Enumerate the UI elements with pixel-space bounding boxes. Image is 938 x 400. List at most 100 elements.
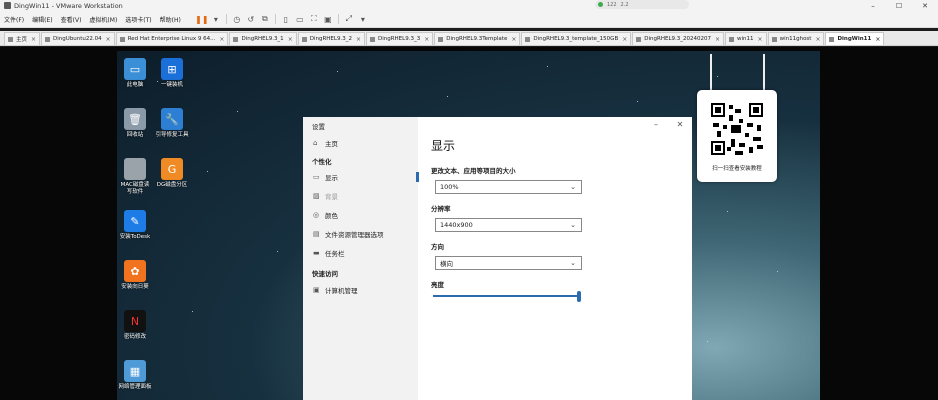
settings-minimize-button[interactable]: – bbox=[644, 117, 668, 131]
tab-vm[interactable]: win11ghost × bbox=[767, 32, 825, 45]
menu-vm[interactable]: 虚拟机(M) bbox=[89, 15, 117, 24]
menu-file[interactable]: 文件(F) bbox=[4, 15, 24, 24]
speed-up: 122 bbox=[607, 1, 617, 8]
tab-home[interactable]: 主页 × bbox=[4, 32, 41, 45]
network-panel-icon: ▦ bbox=[124, 360, 146, 382]
close-tab-icon[interactable]: × bbox=[288, 36, 293, 43]
settings-sidebar: 设置 ⌂ 主页 个性化 ▭ 显示 ▨ 背景 ◎ 颜色 ▤ 文件资源管理器选项 ▬ 任务栏 快… bbox=[303, 117, 419, 400]
password-ntpwd-icon: N bbox=[124, 310, 146, 332]
tab-vm[interactable]: win11 × bbox=[725, 32, 767, 45]
unity-icon[interactable]: ▣ bbox=[321, 13, 335, 25]
minimize-button[interactable]: – bbox=[860, 0, 886, 11]
close-tab-icon[interactable]: × bbox=[758, 36, 763, 43]
toolbar-separator bbox=[225, 14, 227, 24]
close-tab-icon[interactable]: × bbox=[106, 36, 111, 43]
desktop-icon-recycle-bin[interactable]: 🗑 回收站 bbox=[118, 108, 152, 139]
close-tab-icon[interactable]: × bbox=[815, 36, 820, 43]
menu-help[interactable]: 帮助(H) bbox=[160, 15, 181, 24]
sidebar-toggle-icon[interactable]: ▯ bbox=[279, 13, 293, 25]
desktop-icon-one-click-install[interactable]: ⊞ 一键装机 bbox=[155, 58, 189, 89]
recycle-bin-icon: 🗑 bbox=[124, 108, 146, 130]
close-tab-icon[interactable]: × bbox=[715, 36, 720, 43]
snapshot-clock-icon[interactable]: ◷ bbox=[230, 13, 244, 25]
close-tab-icon[interactable]: × bbox=[511, 36, 516, 43]
active-indicator bbox=[416, 172, 419, 182]
orientation-label: 方向 bbox=[431, 243, 444, 251]
vm-icon bbox=[301, 36, 307, 42]
tab-vm[interactable]: DingRHEL9.3_template_150GB × bbox=[521, 32, 632, 45]
fullscreen-icon[interactable]: ⛶ bbox=[307, 13, 321, 25]
menu-edit[interactable]: 编辑(E) bbox=[32, 15, 52, 24]
sidebar-item-home[interactable]: ⌂ 主页 bbox=[313, 138, 338, 148]
scale-label: 更改文本、应用等项目的大小 bbox=[431, 167, 516, 175]
brightness-slider-thumb[interactable] bbox=[577, 291, 581, 302]
window-title: DingWin11 - VMware Workstation bbox=[14, 1, 123, 10]
tab-vm-active[interactable]: DingWin11 × bbox=[825, 32, 885, 45]
dg-logo-icon: G bbox=[161, 158, 183, 180]
close-tab-icon[interactable]: × bbox=[356, 36, 361, 43]
thumbnail-bar-icon[interactable]: ▭ bbox=[293, 13, 307, 25]
vm-icon bbox=[45, 36, 51, 42]
qr-code-image bbox=[709, 101, 765, 157]
resolution-value: 1440x900 bbox=[440, 221, 473, 229]
desktop-icon-mac-disk[interactable]: MAC磁盘读写软件 bbox=[118, 158, 152, 196]
sidebar-item-explorer-options[interactable]: ▤ 文件资源管理器选项 bbox=[313, 229, 384, 239]
settings-close-button[interactable]: ✕ bbox=[668, 117, 692, 131]
close-tab-icon[interactable]: × bbox=[622, 36, 627, 43]
toolbar-separator bbox=[274, 14, 276, 24]
desktop-icon-todesk[interactable]: ✎ 安装ToDesk bbox=[118, 210, 152, 241]
tab-vm[interactable]: DingUbuntu22.04 × bbox=[41, 32, 115, 45]
computer-management-icon: ▣ bbox=[313, 286, 320, 294]
tab-vm[interactable]: DingRHEL9.3Template × bbox=[434, 32, 521, 45]
network-speed-widget: 122 2.2 bbox=[595, 0, 689, 9]
orientation-dropdown[interactable]: 横向 ⌄ bbox=[435, 256, 582, 270]
desktop-icon-password[interactable]: N 密码修改 bbox=[118, 310, 152, 341]
hanger-rope bbox=[763, 54, 765, 94]
close-button[interactable]: ✕ bbox=[912, 0, 938, 11]
pause-icon[interactable]: ❚❚ bbox=[195, 13, 209, 25]
sidebar-item-display[interactable]: ▭ 显示 bbox=[313, 172, 338, 182]
sunflower-icon: ✿ bbox=[124, 260, 146, 282]
resolution-dropdown[interactable]: 1440x900 ⌄ bbox=[435, 218, 582, 232]
snapshot-manager-icon[interactable]: ⧉ bbox=[258, 13, 272, 25]
close-tab-icon[interactable]: × bbox=[875, 36, 880, 43]
menu-tabs[interactable]: 选项卡(T) bbox=[125, 15, 151, 24]
mac-disk-icon bbox=[124, 158, 146, 180]
close-tab-icon[interactable]: × bbox=[424, 36, 429, 43]
qr-caption: 扫一扫查看安装教程 bbox=[712, 166, 762, 172]
view-dropdown-icon[interactable]: ▾ bbox=[356, 13, 370, 25]
dropdown-arrow-icon[interactable]: ▾ bbox=[209, 13, 223, 25]
resolution-label: 分辨率 bbox=[431, 205, 451, 213]
brightness-slider-track[interactable] bbox=[433, 295, 580, 297]
sidebar-item-taskbar[interactable]: ▬ 任务栏 bbox=[313, 248, 345, 258]
vm-icon bbox=[829, 36, 835, 42]
desktop-icon-sunlogin[interactable]: ✿ 安装向日葵 bbox=[118, 260, 152, 291]
desktop-icon-network-panel[interactable]: ▦ 网络管理面板 bbox=[118, 360, 152, 391]
sidebar-item-computer-management[interactable]: ▣ 计算机管理 bbox=[313, 285, 358, 295]
home-icon: ⌂ bbox=[313, 139, 318, 147]
tab-vm[interactable]: DingRHEL9.3_3 × bbox=[365, 32, 434, 45]
desktop-icon-this-pc[interactable]: ▭ 此电脑 bbox=[118, 58, 152, 89]
settings-content: 显示 更改文本、应用等项目的大小 100% ⌄ 分辨率 1440x900 ⌄ 方… bbox=[431, 117, 692, 400]
sidebar-item-background[interactable]: ▨ 背景 bbox=[313, 191, 338, 201]
close-tab-icon[interactable]: × bbox=[31, 36, 36, 43]
menu-view[interactable]: 查看(V) bbox=[61, 15, 82, 24]
tab-vm[interactable]: DingRHEL9.3_20240207 × bbox=[632, 32, 725, 45]
tab-vm[interactable]: DingRHEL9.3_1 × bbox=[229, 32, 297, 45]
status-dot-icon bbox=[598, 2, 603, 7]
desktop-icon-dg-partition[interactable]: G DG磁盘分区 bbox=[155, 158, 189, 189]
picture-icon: ▨ bbox=[313, 192, 320, 200]
desktop-icon-boot-repair[interactable]: 🔧 引导修复工具 bbox=[155, 108, 189, 139]
palette-icon: ◎ bbox=[313, 211, 320, 219]
stretch-guest-icon[interactable]: ⤢ bbox=[342, 13, 356, 25]
maximize-button[interactable]: ☐ bbox=[886, 0, 912, 11]
scale-dropdown[interactable]: 100% ⌄ bbox=[435, 180, 582, 194]
taskbar-icon: ▬ bbox=[313, 249, 320, 257]
menu-bar: 文件(F) 编辑(E) 查看(V) 虚拟机(M) 选项卡(T) 帮助(H) ❚❚… bbox=[0, 11, 938, 28]
tab-vm[interactable]: DingRHEL9.3_2 × bbox=[297, 32, 365, 45]
tab-vm[interactable]: Red Hat Enterprise Linux 9 64... × bbox=[115, 32, 229, 45]
window-titlebar: DingWin11 - VMware Workstation 122 2.2 –… bbox=[0, 0, 938, 11]
sidebar-item-colors[interactable]: ◎ 颜色 bbox=[313, 210, 338, 220]
snapshot-revert-icon[interactable]: ↺ bbox=[244, 13, 258, 25]
close-tab-icon[interactable]: × bbox=[219, 36, 224, 43]
